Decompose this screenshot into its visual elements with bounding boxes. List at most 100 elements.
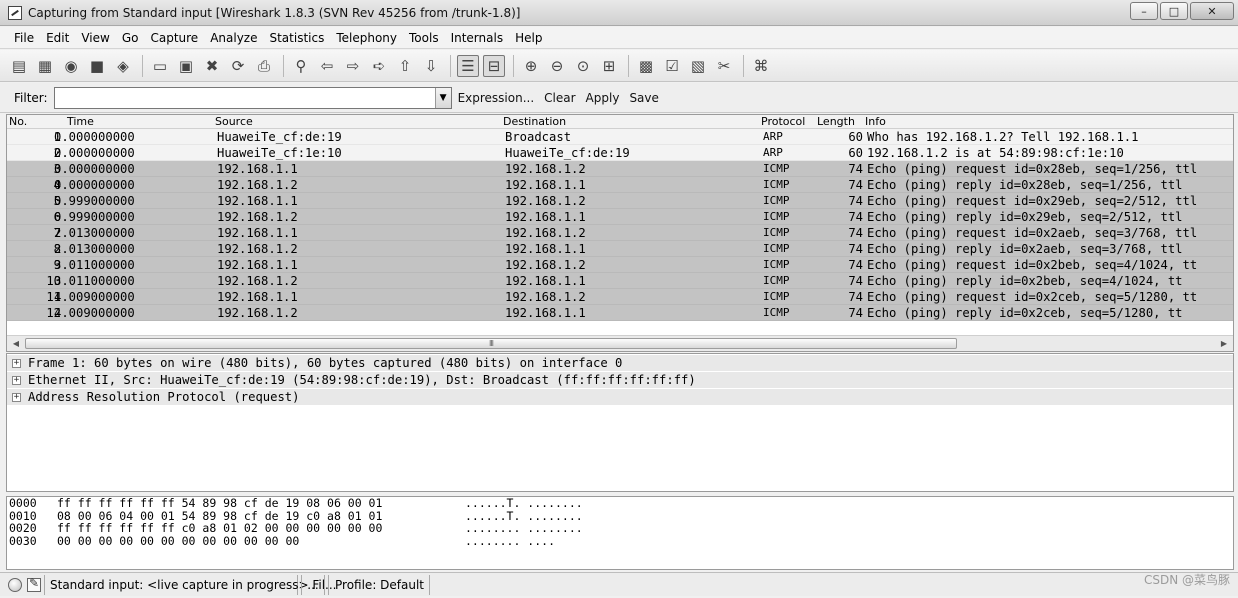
packet-destination: 192.168.1.2 — [505, 226, 586, 240]
packet-row[interactable]: 7 2.013000000 192.168.1.1 192.168.1.2 ICMP 74… — [7, 225, 1233, 241]
column-header-source[interactable]: Source — [215, 115, 253, 128]
column-header-info[interactable]: Info — [865, 115, 886, 128]
resize-columns-icon[interactable]: ⊞ — [598, 55, 620, 77]
packet-length: 74 — [848, 194, 863, 208]
capture-filters-icon[interactable]: ▩ — [635, 55, 657, 77]
packet-row[interactable]: 12 4.009000000 192.168.1.2 192.168.1.1 ICMP 7… — [7, 305, 1233, 321]
back-icon[interactable]: ⇦ — [316, 55, 338, 77]
options-icon[interactable]: ▦ — [34, 55, 56, 77]
expand-icon[interactable]: + — [12, 376, 21, 385]
packet-row[interactable]: 4 0.000000000 192.168.1.2 192.168.1.1 ICMP 74… — [7, 177, 1233, 193]
bytes-ascii[interactable]: ........ ........ — [465, 522, 583, 535]
packet-row[interactable]: 2 0.000000000 HuaweiTe_cf:1e:10 HuaweiTe_cf… — [7, 145, 1233, 161]
packet-row[interactable]: 10 3.011000000 192.168.1.2 192.168.1.1 ICMP 7… — [7, 273, 1233, 289]
scroll-right-icon[interactable]: ▶ — [1217, 337, 1231, 350]
bytes-hex[interactable]: ff ff ff ff ff ff 54 89 98 cf de 19 08 0… — [57, 497, 382, 510]
expert-info-icon[interactable] — [8, 577, 22, 592]
open-icon[interactable]: ▭ — [149, 55, 171, 77]
column-header-no[interactable]: No. — [9, 115, 27, 128]
interfaces-icon[interactable]: ▤ — [8, 55, 30, 77]
clear-button[interactable]: Clear — [544, 91, 575, 105]
goto-icon[interactable]: ➪ — [368, 55, 390, 77]
chevron-down-icon[interactable]: ▼ — [434, 87, 451, 108]
menu-telephony[interactable]: Telephony — [330, 31, 403, 45]
packet-protocol: ICMP — [763, 258, 790, 271]
menu-edit[interactable]: Edit — [40, 31, 75, 45]
save-filter-button[interactable]: Save — [629, 91, 658, 105]
start-icon[interactable]: ◉ — [60, 55, 82, 77]
scroll-left-icon[interactable]: ◀ — [9, 337, 23, 350]
column-header-protocol[interactable]: Protocol — [761, 115, 805, 128]
forward-icon[interactable]: ⇨ — [342, 55, 364, 77]
packet-destination: 192.168.1.2 — [505, 162, 586, 176]
colorize-icon[interactable]: ☰ — [457, 54, 479, 77]
packet-time: 2.013000000 — [54, 226, 135, 240]
normal-size-icon[interactable]: ⊙ — [572, 55, 594, 77]
save-icon[interactable]: ▣ — [175, 55, 197, 77]
packet-destination: 192.168.1.2 — [505, 258, 586, 272]
filter-combobox[interactable]: ▼ — [53, 86, 452, 109]
packet-row[interactable]: 9 3.011000000 192.168.1.1 192.168.1.2 ICMP 74… — [7, 257, 1233, 273]
bytes-hex[interactable]: ff ff ff ff ff ff c0 a8 01 02 00 00 00 0… — [57, 522, 382, 535]
find-icon[interactable]: ⚲ — [290, 55, 312, 77]
preferences-icon[interactable]: ✂ — [713, 55, 735, 77]
menu-go[interactable]: Go — [116, 31, 145, 45]
packet-row[interactable]: 8 2.013000000 192.168.1.2 192.168.1.1 ICMP 74… — [7, 241, 1233, 257]
packet-info: 192.168.1.2 is at 54:89:98:cf:1e:10 — [867, 146, 1124, 160]
expression-button[interactable]: Expression... — [458, 91, 535, 105]
packet-row[interactable]: 1 0.000000000 HuaweiTe_cf:de:19 Broadcast AR… — [7, 129, 1233, 145]
menu-tools[interactable]: Tools — [403, 31, 445, 45]
restart-icon[interactable]: ◈ — [112, 55, 134, 77]
bytes-ascii[interactable]: ........ .... — [465, 534, 555, 548]
menu-analyze[interactable]: Analyze — [204, 31, 263, 45]
close-icon[interactable]: ✖ — [201, 55, 223, 77]
packet-row[interactable]: 11 4.009000000 192.168.1.1 192.168.1.2 ICMP 7… — [7, 289, 1233, 305]
packet-protocol: ICMP — [763, 194, 790, 207]
bytes-hex[interactable]: 00 00 00 00 00 00 00 00 00 00 00 00 — [57, 534, 299, 548]
packet-row[interactable]: 3 0.000000000 192.168.1.1 192.168.1.2 ICMP 74… — [7, 161, 1233, 177]
zoom-out-icon[interactable]: ⊖ — [546, 55, 568, 77]
menu-statistics[interactable]: Statistics — [263, 31, 330, 45]
status-profile[interactable]: Profile: Default — [328, 574, 431, 595]
packet-time: 0.000000000 — [54, 178, 135, 192]
menu-internals[interactable]: Internals — [445, 31, 510, 45]
stop-icon[interactable]: ■ — [86, 55, 108, 77]
column-header-destination[interactable]: Destination — [503, 115, 566, 128]
packet-list-hscrollbar[interactable]: ◀ III ▶ — [7, 335, 1233, 351]
detail-tree-row[interactable]: + Ethernet II, Src: HuaweiTe_cf:de:19 (5… — [7, 372, 1233, 388]
coloring-rules-icon[interactable]: ▧ — [687, 55, 709, 77]
zoom-in-icon[interactable]: ⊕ — [520, 55, 542, 77]
display-filters-icon[interactable]: ☑ — [661, 55, 683, 77]
minimize-button[interactable]: – — [1130, 2, 1158, 20]
reload-icon[interactable]: ⟳ — [227, 55, 249, 77]
column-header-time[interactable]: Time — [67, 115, 94, 128]
packet-source: 192.168.1.2 — [217, 274, 298, 288]
apply-button[interactable]: Apply — [586, 91, 620, 105]
toolbar-separator — [283, 54, 284, 77]
scrollbar-thumb[interactable]: III — [25, 338, 957, 349]
help-icon[interactable]: ⌘ — [750, 55, 772, 77]
expand-icon[interactable]: + — [12, 393, 21, 402]
column-header-length[interactable]: Length — [817, 115, 855, 128]
menu-capture[interactable]: Capture — [144, 31, 204, 45]
last-icon[interactable]: ⇩ — [420, 55, 442, 77]
maximize-button[interactable]: □ — [1160, 2, 1188, 20]
packet-row[interactable]: 5 0.999000000 192.168.1.1 192.168.1.2 ICMP 74… — [7, 193, 1233, 209]
menu-file[interactable]: File — [8, 31, 40, 45]
packet-length: 74 — [848, 242, 863, 256]
menu-help[interactable]: Help — [509, 31, 548, 45]
autoscroll-icon[interactable]: ⊟ — [483, 54, 505, 77]
detail-tree-row[interactable]: + Address Resolution Protocol (request) — [7, 389, 1233, 405]
print-icon[interactable]: ⎙ — [253, 55, 275, 77]
packet-bytes-pane: 0000 ff ff ff ff ff ff 54 89 98 cf de 19… — [6, 496, 1234, 570]
first-icon[interactable]: ⇧ — [394, 55, 416, 77]
filter-input[interactable] — [54, 87, 435, 108]
menu-view[interactable]: View — [75, 31, 115, 45]
detail-tree-row[interactable]: + Frame 1: 60 bytes on wire (480 bits), … — [7, 355, 1233, 371]
packet-row[interactable]: 6 0.999000000 192.168.1.2 192.168.1.1 ICMP 74… — [7, 209, 1233, 225]
expand-icon[interactable]: + — [12, 359, 21, 368]
close-window-button[interactable]: ✕ — [1190, 2, 1234, 20]
bytes-ascii[interactable]: ......T. ........ — [465, 497, 583, 510]
capture-comment-icon[interactable] — [27, 576, 41, 592]
packet-source: 192.168.1.2 — [217, 178, 298, 192]
